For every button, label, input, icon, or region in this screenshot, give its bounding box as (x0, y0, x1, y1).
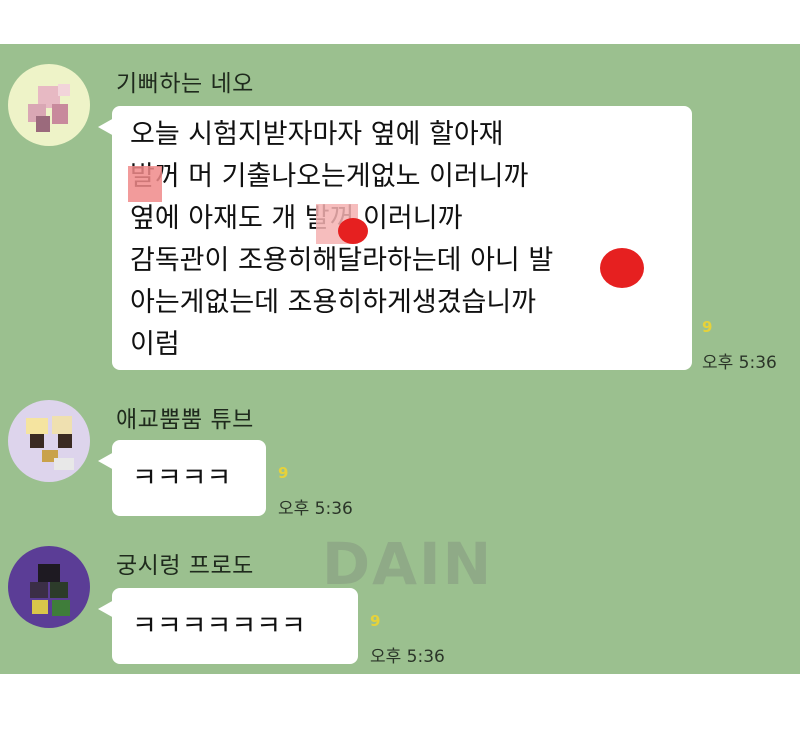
message-bubble[interactable]: ㅋㅋㅋㅋ (98, 440, 266, 516)
censor-blot (600, 248, 644, 288)
message-line: 발꺼 머 기출나오는게없노 이러니까 (130, 161, 529, 192)
message-bubble[interactable]: ㅋㅋㅋㅋㅋㅋㅋ (98, 588, 358, 664)
message-bubble[interactable]: 오늘 시험지받자마자 옆에 할아재 발꺼 머 기출나오는게없노 이러니까 옆에 … (98, 106, 692, 370)
top-blank-strip (0, 0, 800, 44)
censor-blot (338, 218, 368, 244)
censor-mosaic (128, 166, 162, 202)
unread-count: 9 (370, 612, 381, 630)
watermark: DAIN (322, 530, 494, 598)
message-line: 옆에 아재도 개 발꺼 이러니까 (130, 203, 463, 234)
message-line: 아는게없는데 조용히하게생겼습니까 (130, 287, 537, 318)
bottom-blank-strip (0, 674, 800, 756)
avatar-neo[interactable] (8, 64, 90, 146)
timestamp: 오후 5:36 (370, 647, 445, 667)
unread-count: 9 (702, 318, 713, 336)
message-line: 오늘 시험지받자마자 옆에 할아재 (130, 119, 504, 150)
timestamp: 오후 5:36 (702, 353, 777, 373)
avatar-tube[interactable] (8, 400, 90, 482)
sender-name: 애교뿜뿜 튜브 (116, 407, 254, 433)
message-line: ㅋㅋㅋㅋㅋㅋㅋ (132, 611, 306, 642)
avatar-frodo[interactable] (8, 546, 90, 628)
sender-name: 궁시렁 프로도 (116, 553, 254, 579)
message-line: 이럼 (130, 329, 180, 360)
message-line: ㅋㅋㅋㅋ (132, 463, 232, 494)
sender-name: 기뻐하는 네오 (116, 71, 254, 97)
unread-count: 9 (278, 464, 289, 482)
timestamp: 오후 5:36 (278, 499, 353, 519)
